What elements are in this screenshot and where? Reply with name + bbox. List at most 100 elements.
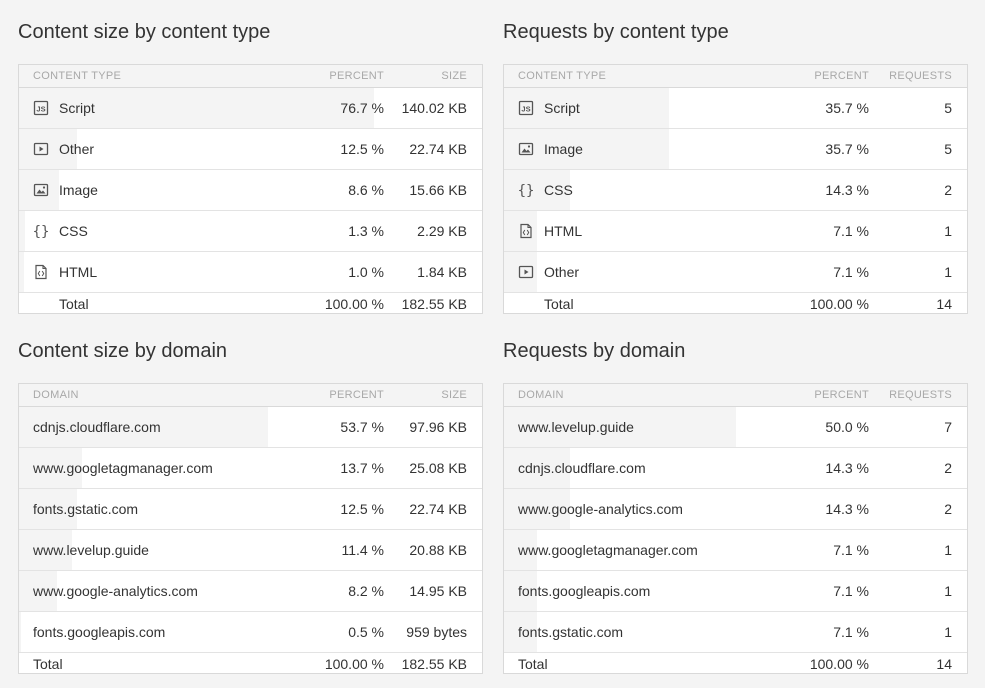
svg-text:{}: {} [33, 224, 49, 239]
total-requests: 14 [936, 296, 952, 312]
image-icon [33, 182, 49, 198]
table-header: CONTENT TYPE PERCENT REQUESTS [504, 65, 967, 88]
total-label: Total [59, 296, 89, 312]
row-name: fonts.gstatic.com [33, 501, 139, 517]
table-row: fonts.googleapis.com 7.1 % 1 [504, 571, 967, 612]
row-name: HTML [544, 223, 583, 239]
total-row: Total 100.00 % 182.55 KB [19, 653, 482, 673]
table-row: fonts.gstatic.com 12.5 % 22.74 KB [19, 489, 482, 530]
row-value: 22.74 KB [409, 501, 467, 517]
percent-bar [19, 612, 22, 652]
svg-text:JS: JS [521, 105, 530, 114]
total-label: Total [518, 656, 548, 672]
table-row: Image 8.6 % 15.66 KB [19, 170, 482, 211]
row-percent: 7.1 % [833, 583, 869, 599]
panel-title: Content size by domain [18, 340, 228, 362]
row-name: www.googletagmanager.com [33, 460, 213, 476]
row-name: www.levelup.guide [33, 542, 149, 558]
header-percent: PERCENT [329, 70, 384, 82]
row-value: 7 [944, 419, 952, 435]
header-requests: REQUESTS [889, 70, 952, 82]
row-value: 1 [944, 223, 952, 239]
total-row: Total 100.00 % 14 [504, 293, 967, 313]
row-value: 97.96 KB [409, 419, 467, 435]
total-percent: 100.00 % [324, 296, 384, 312]
row-percent: 14.3 % [825, 460, 869, 476]
row-value: 25.08 KB [409, 460, 467, 476]
row-name: fonts.googleapis.com [33, 624, 166, 640]
row-percent: 53.7 % [340, 419, 384, 435]
row-percent: 8.6 % [348, 182, 384, 198]
total-row: Total 100.00 % 182.55 KB [19, 293, 482, 313]
table-row: fonts.gstatic.com 7.1 % 1 [504, 612, 967, 653]
total-size: 182.55 KB [401, 656, 467, 672]
total-label: Total [544, 296, 574, 312]
table-row: www.levelup.guide 50.0 % 7 [504, 407, 967, 448]
row-value: 2 [944, 501, 952, 517]
table-row: cdnjs.cloudflare.com 53.7 % 97.96 KB [19, 407, 482, 448]
row-name: fonts.gstatic.com [518, 624, 624, 640]
panel-title: Requests by content type [503, 21, 729, 43]
row-name: CSS [59, 223, 88, 239]
row-name: cdnjs.cloudflare.com [518, 460, 646, 476]
row-percent: 7.1 % [833, 223, 869, 239]
table-row: fonts.googleapis.com 0.5 % 959 bytes [19, 612, 482, 653]
table-header: DOMAIN PERCENT SIZE [19, 384, 482, 407]
row-name: www.googletagmanager.com [518, 542, 698, 558]
row-percent: 11.4 % [341, 542, 384, 558]
header-size: SIZE [441, 70, 467, 82]
header-percent: PERCENT [814, 389, 869, 401]
row-percent: 12.5 % [340, 141, 384, 157]
row-name: www.google-analytics.com [518, 501, 683, 517]
row-percent: 8.2 % [348, 583, 384, 599]
table-row: cdnjs.cloudflare.com 14.3 % 2 [504, 448, 967, 489]
total-requests: 14 [936, 656, 952, 672]
total-size: 182.55 KB [401, 296, 467, 312]
panel-title: Content size by content type [18, 21, 271, 43]
svg-text:JS: JS [36, 105, 45, 114]
video-icon [518, 264, 534, 280]
table-row: {} CSS 1.3 % 2.29 KB [19, 211, 482, 252]
row-value: 22.74 KB [409, 141, 467, 157]
table-row: HTML 1.0 % 1.84 KB [19, 252, 482, 293]
table-row: {} CSS 14.3 % 2 [504, 170, 967, 211]
total-label: Total [33, 656, 63, 672]
row-value: 959 bytes [406, 624, 467, 640]
row-percent: 7.1 % [833, 542, 869, 558]
table-row: Image 35.7 % 5 [504, 129, 967, 170]
html-file-icon [33, 264, 49, 280]
row-value: 1 [944, 583, 952, 599]
table-row: www.google-analytics.com 14.3 % 2 [504, 489, 967, 530]
row-name: CSS [544, 182, 573, 198]
requests-by-domain-table: DOMAIN PERCENT REQUESTS www.levelup.guid… [503, 383, 968, 674]
row-name: Other [544, 264, 580, 280]
total-row: Total 100.00 % 14 [504, 653, 967, 673]
table-row: Other 12.5 % 22.74 KB [19, 129, 482, 170]
table-row: HTML 7.1 % 1 [504, 211, 967, 252]
row-value: 1 [944, 624, 952, 640]
row-percent: 7.1 % [833, 264, 869, 280]
table-row: www.googletagmanager.com 13.7 % 25.08 KB [19, 448, 482, 489]
total-percent: 100.00 % [324, 656, 384, 672]
content-size-by-type-table: CONTENT TYPE PERCENT SIZE JS Script 76.7 %… [18, 64, 483, 314]
table-row: JS Script 76.7 % 140.02 KB [19, 88, 482, 129]
row-name: Other [59, 141, 95, 157]
row-percent: 0.5 % [348, 624, 384, 640]
row-value: 5 [944, 141, 952, 157]
total-percent: 100.00 % [809, 296, 869, 312]
row-percent: 50.0 % [825, 419, 869, 435]
row-percent: 7.1 % [833, 624, 869, 640]
row-value: 14.95 KB [409, 583, 467, 599]
row-percent: 12.5 % [340, 501, 384, 517]
row-value: 20.88 KB [409, 542, 467, 558]
row-name: www.google-analytics.com [33, 583, 198, 599]
css-braces-icon: {} [33, 223, 50, 240]
requests-by-type-table: CONTENT TYPE PERCENT REQUESTS JS Script 35… [503, 64, 968, 314]
js-file-icon: JS [33, 100, 49, 116]
header-requests: REQUESTS [889, 389, 952, 401]
row-name: fonts.googleapis.com [518, 583, 651, 599]
image-icon [518, 141, 534, 157]
row-percent: 14.3 % [825, 501, 869, 517]
row-name: www.levelup.guide [518, 419, 634, 435]
row-value: 2 [944, 460, 952, 476]
